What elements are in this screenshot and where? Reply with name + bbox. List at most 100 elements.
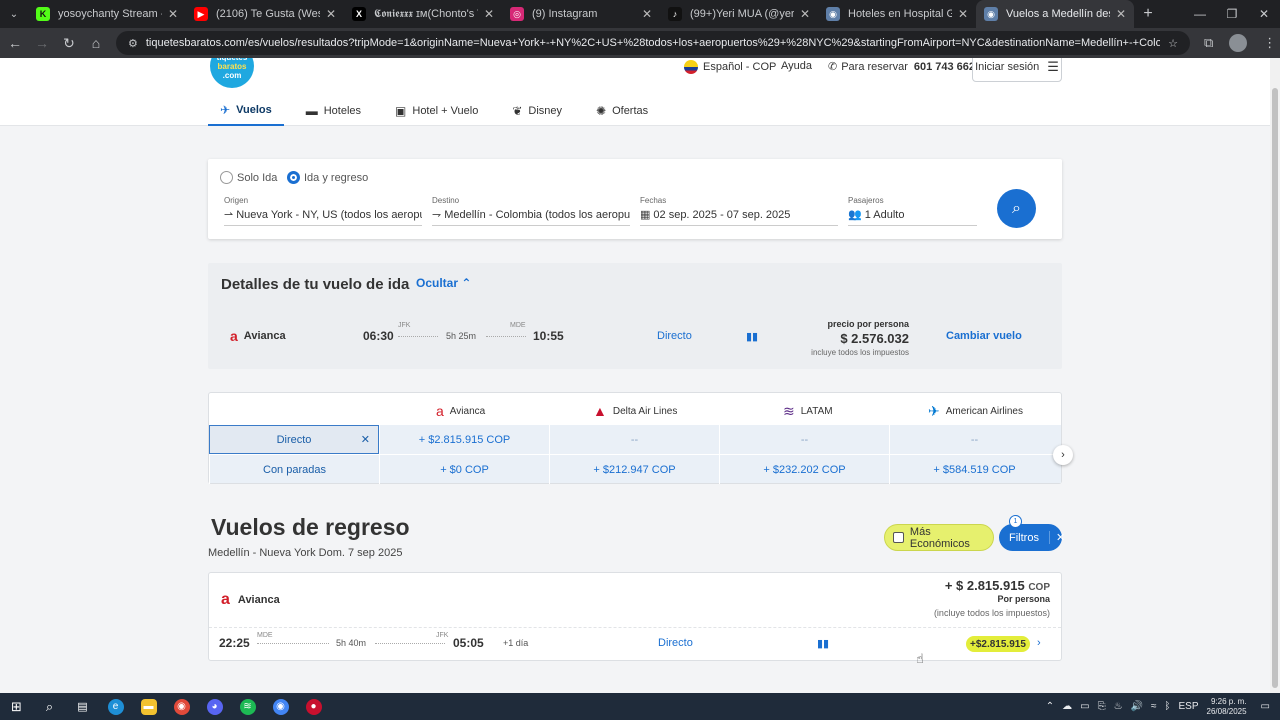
app-icon[interactable]: ● bbox=[297, 693, 330, 720]
browser-tab-active[interactable]: ◉Vuelos a Medellín desde Nueva✕ bbox=[976, 0, 1134, 28]
chevron-right-icon[interactable]: › bbox=[1037, 637, 1041, 649]
url-field[interactable]: ⚙ tiquetesbaratos.com/es/vuelos/resultad… bbox=[116, 31, 1190, 55]
site-info-icon[interactable]: ⚙ bbox=[128, 37, 138, 50]
close-tab-icon[interactable]: ✕ bbox=[326, 7, 336, 21]
filters-button[interactable]: 1 Filtros ✕ bbox=[999, 515, 1065, 551]
cloud-icon[interactable]: ☁ bbox=[1062, 701, 1072, 712]
minimize-icon[interactable]: — bbox=[1184, 7, 1216, 21]
matrix-airline-american[interactable]: ✈ American Airlines bbox=[928, 401, 1023, 421]
change-flight-link[interactable]: Cambiar vuelo bbox=[946, 330, 1022, 342]
hide-details-link[interactable]: Ocultar ⌃ bbox=[416, 276, 471, 290]
help-link[interactable]: Ayuda bbox=[781, 60, 812, 72]
chevron-up-tray-icon[interactable]: ⌃ bbox=[1046, 701, 1054, 712]
language-selector[interactable]: Español - COP bbox=[684, 60, 776, 74]
file-explorer-icon[interactable]: ▬ bbox=[132, 693, 165, 720]
matrix-next-chevron-icon[interactable]: › bbox=[1053, 445, 1073, 465]
phone-booking[interactable]: ✆ Para reservar 601 743 6620 bbox=[828, 60, 981, 74]
nav-tab-ofertas[interactable]: ✺ Ofertas bbox=[584, 96, 660, 126]
reload-icon[interactable]: ↻ bbox=[57, 31, 81, 55]
close-tab-icon[interactable]: ✕ bbox=[800, 7, 810, 21]
close-window-icon[interactable]: ✕ bbox=[1248, 7, 1280, 21]
close-tab-icon[interactable]: ✕ bbox=[642, 7, 652, 21]
clear-filters-x-icon[interactable]: ✕ bbox=[1048, 531, 1065, 544]
cheapest-filter-chip[interactable]: Más Económicos bbox=[884, 524, 994, 551]
matrix-cell[interactable]: + $584.519 COP bbox=[889, 455, 1059, 484]
landing-icon: ⇁ bbox=[432, 209, 442, 221]
matrix-airline-delta[interactable]: ▲ Delta Air Lines bbox=[593, 401, 677, 421]
clear-filter-x-icon[interactable]: ✕ bbox=[361, 433, 370, 446]
tab-search-chevron-icon[interactable]: ⌄ bbox=[0, 0, 28, 28]
radio-one-way[interactable]: Solo Ida bbox=[220, 171, 277, 184]
login-button[interactable]: Iniciar sesión ☰ bbox=[972, 58, 1062, 82]
forward-arrow-icon[interactable]: → bbox=[30, 31, 54, 55]
flight-duration: 5h 25m bbox=[446, 331, 477, 341]
page-scrollbar[interactable] bbox=[1270, 58, 1280, 693]
browser-tab[interactable]: ◉Hoteles en Hospital General de✕ bbox=[818, 0, 976, 28]
restore-icon[interactable]: ❐ bbox=[1216, 7, 1248, 21]
back-arrow-icon[interactable]: ← bbox=[3, 31, 27, 55]
nav-tab-hotel-vuelo[interactable]: ▣ Hotel + Vuelo bbox=[383, 96, 490, 126]
globe-icon: ◉ bbox=[826, 7, 840, 21]
keyboard-language[interactable]: ESP bbox=[1178, 701, 1198, 712]
close-tab-icon[interactable]: ✕ bbox=[484, 7, 494, 21]
filter-stops-cell[interactable]: Con paradas bbox=[209, 455, 379, 484]
scrollbar-thumb[interactable] bbox=[1272, 88, 1278, 688]
site-logo[interactable]: tiquetes baratos .com bbox=[210, 58, 254, 88]
flight-search-box: Solo Ida Ida y regreso Origen ⇀ Nueva Yor… bbox=[208, 159, 1062, 239]
search-icon: ⌕ bbox=[1012, 199, 1021, 217]
chrome-icon[interactable]: ◉ bbox=[264, 693, 297, 720]
suitcase-icon: ▣ bbox=[395, 104, 407, 118]
nav-tab-disney[interactable]: ❦ Disney bbox=[500, 96, 574, 126]
task-view-icon[interactable]: ▤ bbox=[66, 693, 99, 720]
chrome-icon[interactable]: ◉ bbox=[165, 693, 198, 720]
filter-direct-cell[interactable]: Directo ✕ bbox=[209, 425, 379, 454]
speaker-icon[interactable]: 🔊 bbox=[1131, 701, 1143, 712]
origin-field[interactable]: Origen ⇀ Nueva York - NY, US (todos los a… bbox=[224, 196, 422, 226]
microphone-icon[interactable]: ♨ bbox=[1114, 701, 1123, 712]
destination-field[interactable]: Destino ⇁ Medellín - Colombia (todos los … bbox=[432, 196, 630, 226]
search-icon[interactable]: ⌕ bbox=[33, 693, 66, 720]
close-tab-icon[interactable]: ✕ bbox=[168, 7, 178, 21]
matrix-airline-avianca[interactable]: a Avianca bbox=[436, 401, 485, 421]
passengers-field[interactable]: Pasajeros 👥 1 Adulto bbox=[848, 196, 977, 226]
matrix-cell[interactable]: + $232.202 COP bbox=[719, 455, 889, 484]
new-tab-plus-icon[interactable]: + bbox=[1134, 5, 1162, 23]
kebab-menu-icon[interactable]: ⋮ bbox=[1263, 35, 1276, 51]
matrix-airline-latam[interactable]: ≋ LATAM bbox=[783, 401, 833, 421]
wifi-icon[interactable]: ≈ bbox=[1151, 701, 1157, 712]
browser-tab[interactable]: ♪(99+)Yeri MUA (@yerimuaa) of✕ bbox=[660, 0, 818, 28]
home-icon[interactable]: ⌂ bbox=[84, 31, 108, 55]
matrix-cell[interactable]: + $0 COP bbox=[379, 455, 549, 484]
profile-avatar[interactable] bbox=[1229, 34, 1248, 52]
browser-tab[interactable]: ▶(2106) Te Gusta (Westcol ft. Le✕ bbox=[186, 0, 344, 28]
matrix-cell[interactable]: + $212.947 COP bbox=[549, 455, 719, 484]
extensions-icon[interactable]: ⧉ bbox=[1204, 35, 1213, 51]
radio-round-trip[interactable]: Ida y regreso bbox=[287, 171, 368, 184]
checkbox[interactable] bbox=[893, 532, 904, 543]
bluetooth-icon[interactable]: ᛒ bbox=[1164, 701, 1170, 712]
outbound-details-panel: Detalles de tu vuelo de ida Ocultar ⌃ a … bbox=[208, 263, 1062, 369]
browser-tab[interactable]: ◎ (9) Instagram ✕ bbox=[502, 0, 660, 28]
return-flight-card[interactable]: a Avianca + $ 2.815.915 COP Por persona … bbox=[208, 572, 1062, 661]
browser-tab[interactable]: Kyosoychanty Stream - Watch Li✕ bbox=[28, 0, 186, 28]
browser-tab[interactable]: X𝕮𝖔𝖓𝖎𝖊𝖝𝖝𝖝 ɪᴍ(Chonto's Version)✕ bbox=[344, 0, 502, 28]
spotify-icon[interactable]: ≋ bbox=[231, 693, 264, 720]
usb-icon[interactable]: ⎘ bbox=[1098, 701, 1106, 712]
close-tab-icon[interactable]: ✕ bbox=[958, 7, 968, 21]
windows-start-icon[interactable]: ⊞ bbox=[0, 693, 33, 720]
network-icon[interactable]: ▭ bbox=[1080, 701, 1089, 712]
dates-field[interactable]: Fechas ▦ 02 sep. 2025 - 07 sep. 2025 bbox=[640, 196, 838, 226]
edge-icon[interactable]: e bbox=[99, 693, 132, 720]
close-tab-icon[interactable]: ✕ bbox=[1116, 7, 1126, 21]
nav-tab-vuelos[interactable]: ✈ Vuelos bbox=[208, 96, 284, 126]
calendar-icon: ▦ bbox=[640, 209, 651, 221]
bookmark-star-icon[interactable]: ☆ bbox=[1168, 37, 1178, 50]
select-price-pill[interactable]: +$2.815.915 bbox=[966, 636, 1030, 652]
discord-icon[interactable]: ◕ bbox=[198, 693, 231, 720]
search-button[interactable]: ⌕ bbox=[997, 189, 1036, 228]
system-clock[interactable]: 9:26 p. m. 26/08/2025 bbox=[1207, 697, 1247, 717]
notifications-icon[interactable]: ▭ bbox=[1261, 701, 1270, 712]
stops-label: Directo bbox=[657, 330, 692, 342]
matrix-cell[interactable]: + $2.815.915 COP bbox=[379, 425, 549, 454]
nav-tab-hoteles[interactable]: ▬ Hoteles bbox=[294, 96, 373, 126]
